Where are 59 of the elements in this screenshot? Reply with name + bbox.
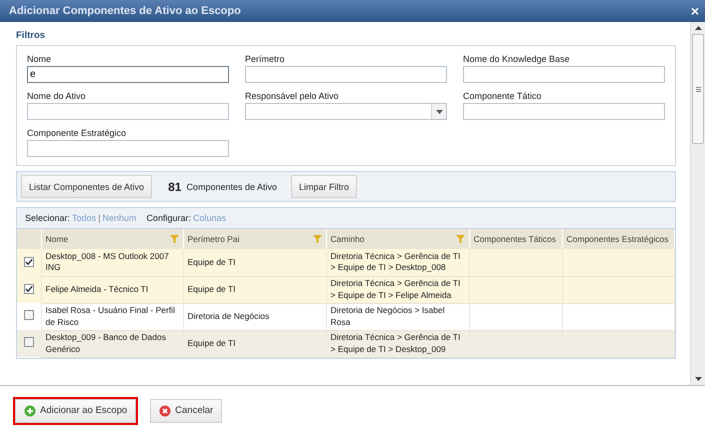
table-cell: Desktop_008 - MS Outlook 2007 ING (41, 249, 183, 276)
result-count: 81 (168, 180, 182, 194)
input-field[interactable] (463, 66, 665, 83)
field-label: Nome do Ativo (27, 91, 87, 101)
cancel-icon (159, 404, 172, 416)
scroll-down-icon[interactable] (694, 377, 702, 381)
field-label: Componente Tático (463, 91, 542, 101)
select-label: Selecionar: (25, 213, 70, 223)
input-field[interactable] (245, 66, 447, 83)
table-cell: Diretoria Técnica > Gerência de TI > Equipe de TI > Desktop_009 (326, 330, 469, 357)
row-checkbox[interactable] (24, 337, 34, 347)
table-cell: Equipe de TI (183, 276, 326, 303)
row-checkbox[interactable] (24, 310, 34, 320)
field-label: Responsável pelo Ativo (245, 91, 340, 101)
table-cell: Equipe de TI (183, 330, 326, 357)
clear-filter-button[interactable]: Limpar Filtro (291, 175, 358, 198)
column-header[interactable]: Componentes Estratégicos (562, 229, 674, 249)
column-header[interactable]: Caminho (326, 229, 469, 249)
table-cell: Desktop_009 - Banco de Dados Genérico (41, 330, 183, 357)
field-label: Nome do Knowledge Base (463, 54, 571, 64)
scroll-thumb[interactable] (692, 34, 704, 144)
checkmark-icon (24, 284, 33, 292)
table-cell: Diretoria de Negócios (183, 303, 326, 330)
cancel-button[interactable]: Cancelar (150, 398, 222, 422)
configure-label: Configurar: (146, 213, 191, 223)
section-title: Filtros (16, 30, 46, 41)
input-field[interactable] (463, 103, 665, 120)
field-label: Perímetro (245, 54, 286, 64)
scroll-up-icon[interactable] (694, 26, 702, 30)
input-field[interactable]: e (27, 66, 229, 83)
column-header[interactable]: Perímetro Pai (183, 229, 326, 249)
add-icon (24, 404, 36, 416)
table-cell: Diretoria Técnica > Gerência de TI > Equipe de TI > Felipe Almeida (326, 276, 469, 303)
row-checkbox[interactable] (24, 284, 34, 294)
table-cell: Diretoria Técnica > Gerência de TI > Equipe de TI > Desktop_008 (326, 249, 469, 276)
separator: | (98, 213, 100, 223)
table-cell: Isabel Rosa - Usuário Final - Perfil de Risco (41, 303, 183, 330)
table-cell: Diretoria de Negócios > Isabel Rosa (326, 303, 469, 330)
column-header[interactable]: Componentes Táticos (469, 229, 562, 249)
checkmark-icon (24, 258, 33, 266)
filter-icon (312, 235, 322, 243)
scrollbar[interactable] (690, 22, 705, 385)
table-cell: Felipe Almeida - Técnico TI (41, 276, 183, 303)
column-header[interactable]: Nome (41, 229, 183, 249)
window-title: Adicionar Componentes de Ativo ao Escopo (9, 5, 241, 17)
table-cell: Equipe de TI (183, 249, 326, 276)
list-button[interactable]: Listar Componentes de Ativo (21, 175, 152, 198)
close-button[interactable]: × (690, 4, 699, 18)
count-label: Componentes de Ativo (186, 182, 277, 192)
dropdown-arrow-icon (436, 110, 442, 114)
add-button[interactable]: Adicionar ao Escopo (15, 398, 136, 422)
input-field[interactable] (27, 103, 229, 120)
row-checkbox[interactable] (24, 256, 34, 266)
filter-icon (456, 235, 464, 243)
field-label: Nome (27, 54, 52, 64)
filter-icon (170, 235, 178, 243)
dropdown-field[interactable] (245, 103, 447, 120)
field-label: Componente Estratégico (27, 128, 128, 138)
input-field[interactable] (27, 140, 229, 157)
